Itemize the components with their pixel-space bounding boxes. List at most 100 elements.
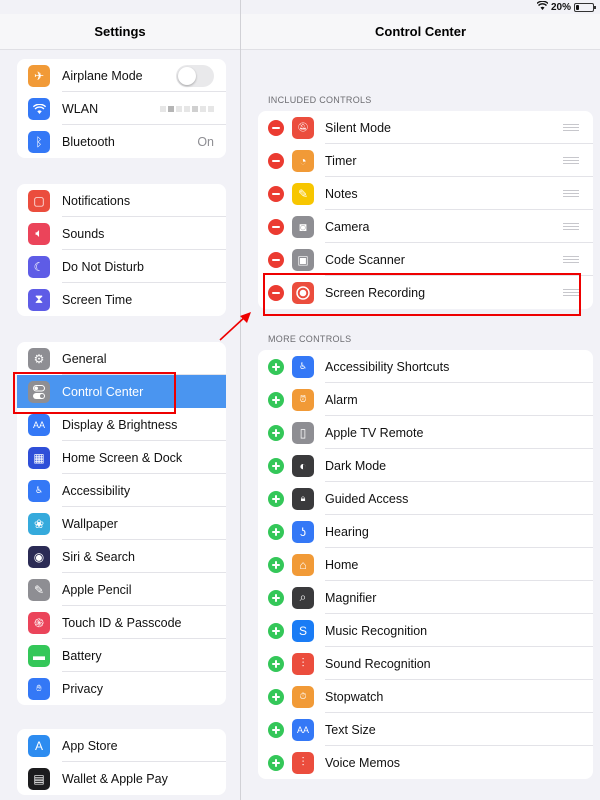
reorder-handle-icon[interactable]	[563, 256, 579, 263]
sidebar-item-sounds[interactable]: 🔈︎ Sounds	[17, 217, 226, 250]
control-row-silent-mode: 🔕︎ Silent Mode	[258, 111, 593, 144]
wifi-icon	[28, 97, 50, 120]
bluetooth-icon: ᛒ	[28, 130, 50, 153]
reorder-handle-icon[interactable]	[563, 157, 579, 164]
add-control-button[interactable]	[268, 490, 284, 507]
sidebar-item-do-not-disturb[interactable]: ☾ Do Not Disturb	[17, 250, 226, 283]
settings-group: A App Store ▤ Wallet & Apple Pay	[17, 729, 226, 795]
settings-group: ✈ Airplane Mode WLAN ᛒ Bluetooth On	[17, 59, 226, 158]
sidebar-item-privacy[interactable]: ✋︎ Privacy	[17, 672, 226, 705]
row-label: Display & Brightness	[62, 417, 178, 432]
sidebar-item-general[interactable]: ⚙ General	[17, 342, 226, 375]
more-controls-header: MORE CONTROLS	[268, 334, 352, 344]
sidebar-item-wallet-and-apple-pay[interactable]: ▤ Wallet & Apple Pay	[17, 762, 226, 795]
control-row-alarm: ⏰︎ Alarm	[258, 383, 593, 416]
row-label: Apple TV Remote	[325, 425, 424, 440]
reorder-handle-icon[interactable]	[563, 190, 579, 197]
row-label: Screen Recording	[325, 285, 426, 300]
row-label: Accessibility Shortcuts	[325, 359, 450, 374]
add-control-button[interactable]	[268, 556, 284, 573]
remove-control-button[interactable]	[268, 218, 284, 235]
row-value: On	[197, 134, 214, 149]
accessibility-icon: ♿︎	[292, 355, 314, 378]
airplane-mode-toggle[interactable]	[176, 64, 214, 87]
stopwatch-icon: ⏱︎	[292, 685, 314, 708]
remove-control-button[interactable]	[268, 185, 284, 202]
sidebar-item-battery[interactable]: ▬ Battery	[17, 639, 226, 672]
row-label: Control Center	[62, 384, 144, 399]
reorder-handle-icon[interactable]	[563, 223, 579, 230]
hand-icon: ✋︎	[28, 677, 50, 700]
add-control-button[interactable]	[268, 622, 284, 639]
row-label: Wallpaper	[62, 516, 118, 531]
magnifier-icon: ⌕	[292, 586, 314, 609]
add-control-button[interactable]	[268, 655, 284, 672]
sidebar-item-app-store[interactable]: A App Store	[17, 729, 226, 762]
add-control-button[interactable]	[268, 688, 284, 705]
control-row-stopwatch: ⏱︎ Stopwatch	[258, 680, 593, 713]
sidebar-item-apple-pencil[interactable]: ✎ Apple Pencil	[17, 573, 226, 606]
row-label: Timer	[325, 153, 357, 168]
add-control-button[interactable]	[268, 754, 284, 771]
notifications-icon: ▢	[28, 189, 50, 212]
row-label: Camera	[325, 219, 370, 234]
sidebar-item-siri-and-search[interactable]: ◉ Siri & Search	[17, 540, 226, 573]
add-control-button[interactable]	[268, 457, 284, 474]
control-row-code-scanner: ▣ Code Scanner	[258, 243, 593, 276]
remove-control-button[interactable]	[268, 251, 284, 268]
row-label: Hearing	[325, 524, 369, 539]
sidebar-item-airplane-mode[interactable]: ✈ Airplane Mode	[17, 59, 226, 92]
sidebar-item-wlan[interactable]: WLAN	[17, 92, 226, 125]
control-row-text-size: AA Text Size	[258, 713, 593, 746]
row-label: Siri & Search	[62, 549, 135, 564]
row-label: Sound Recognition	[325, 656, 431, 671]
gear-icon: ⚙	[28, 347, 50, 370]
sidebar-item-bluetooth[interactable]: ᛒ Bluetooth On	[17, 125, 226, 158]
reorder-handle-icon[interactable]	[563, 124, 579, 131]
row-label: Wallet & Apple Pay	[62, 771, 168, 786]
add-control-button[interactable]	[268, 721, 284, 738]
remove-control-button[interactable]	[268, 152, 284, 169]
sidebar-item-touch-id-and-passcode[interactable]: ֍ Touch ID & Passcode	[17, 606, 226, 639]
dark-mode-icon: ◐	[292, 454, 314, 477]
sidebar-item-control-center[interactable]: Control Center	[17, 375, 226, 408]
row-label: Home Screen & Dock	[62, 450, 183, 465]
row-label: Silent Mode	[325, 120, 392, 135]
airplane-icon: ✈	[28, 64, 50, 87]
row-label: Alarm	[325, 392, 358, 407]
add-control-button[interactable]	[268, 523, 284, 540]
pencil-icon: ✎	[28, 578, 50, 601]
row-label: Code Scanner	[325, 252, 405, 267]
row-label: Notes	[325, 186, 358, 201]
shazam-icon: S	[292, 619, 314, 642]
row-label: Screen Time	[62, 292, 133, 307]
add-control-button[interactable]	[268, 589, 284, 606]
wlan-network-name-redacted	[160, 105, 214, 112]
row-label: Home	[325, 557, 359, 572]
reorder-handle-icon[interactable]	[563, 289, 579, 296]
add-control-button[interactable]	[268, 391, 284, 408]
speaker-icon: 🔈︎	[28, 222, 50, 245]
qr-code-icon: ▣	[292, 248, 314, 271]
add-control-button[interactable]	[268, 358, 284, 375]
remove-control-button[interactable]	[268, 119, 284, 136]
sidebar-item-home-screen-and-dock[interactable]: ▦ Home Screen & Dock	[17, 441, 226, 474]
sidebar-item-notifications[interactable]: ▢ Notifications	[17, 184, 226, 217]
wallet-icon: ▤	[28, 767, 50, 790]
accessibility-icon: ♿︎	[28, 479, 50, 502]
row-label: Magnifier	[325, 590, 377, 605]
control-row-sound-recognition: ⫶ Sound Recognition	[258, 647, 593, 680]
hourglass-icon: ⧗	[28, 288, 50, 311]
row-label: App Store	[62, 738, 118, 753]
sidebar-item-display-and-brightness[interactable]: AA Display & Brightness	[17, 408, 226, 441]
control-row-guided-access: 🔒︎ Guided Access	[258, 482, 593, 515]
remove-control-button[interactable]	[268, 284, 284, 301]
notes-icon: ✎	[292, 182, 314, 205]
settings-sidebar: Settings ✈ Airplane Mode WLAN ᛒ Bluetooth On ▢…	[0, 0, 241, 800]
add-control-button[interactable]	[268, 424, 284, 441]
sidebar-item-wallpaper[interactable]: ❀ Wallpaper	[17, 507, 226, 540]
control-row-hearing: ʖ Hearing	[258, 515, 593, 548]
sidebar-item-screen-time[interactable]: ⧗ Screen Time	[17, 283, 226, 316]
row-label: Accessibility	[62, 483, 131, 498]
sidebar-item-accessibility[interactable]: ♿︎ Accessibility	[17, 474, 226, 507]
